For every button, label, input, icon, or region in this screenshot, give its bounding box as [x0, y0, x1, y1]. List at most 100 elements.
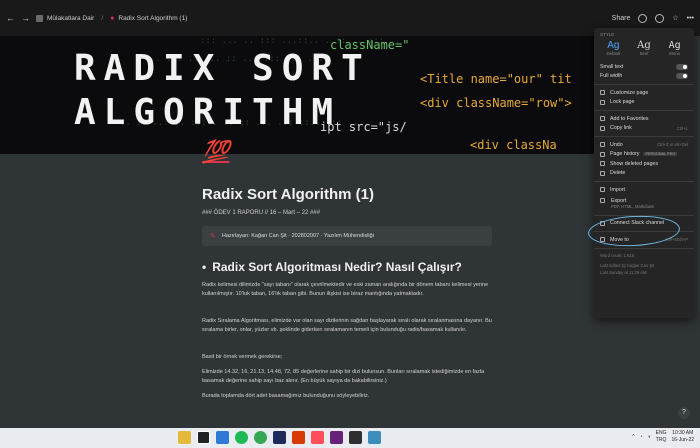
menu-item-lock-page[interactable]: Lock page [594, 98, 694, 108]
paragraph: Burada toplamda dört adet basamağımız bu… [202, 393, 370, 399]
wifi-icon[interactable]: ◔ [640, 434, 643, 440]
undo-icon [600, 142, 605, 148]
comments-icon[interactable] [638, 13, 648, 23]
chrome-icon[interactable] [254, 431, 267, 444]
font-style-picker: Ag Default Ag Serif Ag Mono [594, 40, 694, 56]
cover-code-line: <Title name="our" tit [420, 72, 572, 86]
visual-studio-icon[interactable] [330, 431, 343, 444]
top-actions: Share ☆ ••• [612, 13, 694, 23]
page-title[interactable]: Radix Sort Algorithm (1) [202, 186, 492, 203]
menu-divider [594, 181, 694, 182]
menu-item-label: Import [610, 186, 626, 193]
paragraph: Basit bir örnek vermek gerekirse; [202, 354, 283, 360]
spotify-icon[interactable] [235, 431, 248, 444]
clock[interactable]: 10:30 AM 16-Jun-22 [671, 430, 694, 444]
photoshop-icon[interactable] [273, 431, 286, 444]
forward-arrow-icon[interactable]: → [21, 13, 30, 23]
page-content: Radix Sort Algorithm (1) ### ÖDEV 1 RAPO… [202, 186, 492, 407]
shortcut-hint: Ctrl+Z or Alt+Del [657, 142, 688, 148]
app-icon[interactable] [311, 431, 324, 444]
more-options-icon[interactable]: ••• [687, 15, 694, 22]
menu-item-label: Customize page [610, 89, 649, 96]
notion-icon[interactable] [197, 431, 210, 444]
customize-icon [600, 90, 605, 96]
paragraph: Elimizde 14.32, 16, 21.13, 14.48, 72, 85… [202, 369, 485, 384]
terminal-icon[interactable] [349, 431, 362, 444]
page-subtitle: ### ÖDEV 1 RAPORU // 16 – Mart – 22 ### [202, 210, 321, 216]
menu-item-label: Delete [610, 170, 626, 177]
menu-divider [594, 84, 694, 85]
star-icon [600, 116, 605, 122]
volume-icon[interactable]: ◖ [648, 434, 651, 440]
clock-date: 16-Jun-22 [671, 437, 694, 443]
menu-item-label: Show deleted pages [610, 160, 659, 167]
plan-badge: PERSONAL PRO [643, 152, 678, 157]
style-sample: Ag [637, 40, 651, 51]
lang-line2: TRQ [655, 437, 667, 443]
language-indicator[interactable]: ENG TRQ [656, 430, 667, 444]
small-text-toggle[interactable] [676, 63, 688, 70]
breadcrumb-current[interactable]: Radix Sort Algorithm (1) [118, 15, 187, 22]
import-icon [600, 187, 605, 193]
bullet-icon: • [202, 260, 207, 274]
style-option-serif[interactable]: Ag Serif [630, 40, 658, 56]
full-width-toggle[interactable] [676, 73, 688, 80]
paragraph: Radix kelimesi dilimizde "sayı tabanı" o… [202, 282, 489, 297]
help-icon[interactable]: ? [678, 407, 690, 419]
remote-desktop-icon[interactable] [368, 431, 381, 444]
page-emoji-icon[interactable]: 💯 [202, 140, 229, 165]
cover-title-line1: RADIX SORT [74, 48, 371, 89]
menu-item-page-history[interactable]: Page history PERSONAL PRO [594, 150, 694, 160]
mail-icon[interactable] [216, 431, 229, 444]
last-edited-time: Last Sunday at 11:29 AM [600, 269, 647, 275]
menu-item-add-to-favorites[interactable]: Add to Favorites [594, 114, 694, 124]
style-option-mono[interactable]: Ag Mono [661, 40, 689, 56]
page-icon [36, 14, 43, 22]
cover-title-line2: ALGORITHM [74, 92, 342, 133]
word-count: Word count: 1,815 [600, 252, 635, 258]
section-heading-text: Radix Sort Algoritması Nedir? Nasıl Çalı… [212, 260, 462, 274]
menu-divider [594, 136, 694, 137]
lock-icon [600, 99, 605, 105]
taskbar-apps [178, 431, 381, 444]
style-label: Default [606, 51, 621, 56]
chevron-up-icon[interactable]: ^ [632, 434, 634, 440]
office-icon[interactable] [292, 431, 305, 444]
export-icon [600, 197, 605, 203]
cover-code-line: <div className="row"> [420, 96, 572, 110]
link-icon [600, 125, 605, 131]
cover-code-line: <div classNa [470, 138, 557, 152]
breadcrumb: Mülakatlara Dair / ● Radix Sort Algorith… [36, 14, 187, 22]
style-label: Mono [669, 51, 681, 56]
system-tray: ^ ◔ ◖ ENG TRQ 10:30 AM 16-Jun-22 [632, 430, 694, 444]
style-option-default[interactable]: Ag Default [599, 40, 627, 56]
menu-item-import[interactable]: Import [594, 185, 694, 195]
page-options-menu: STYLE Ag Default Ag Serif Ag Mono Small … [594, 28, 694, 318]
section-heading: • Radix Sort Algoritması Nedir? Nasıl Ça… [202, 260, 492, 274]
breadcrumb-parent[interactable]: Mülakatlara Dair [47, 15, 94, 22]
style-sample: Ag [607, 40, 620, 51]
menu-item-copy-link[interactable]: Copy link Ctrl+L [594, 124, 694, 134]
clock-time: 10:30 AM [672, 430, 694, 436]
export-description: PDF, HTML, Markdown [611, 203, 655, 209]
menu-item-label: Copy link [610, 125, 632, 132]
share-button[interactable]: Share [612, 15, 631, 22]
small-text-toggle-row[interactable]: Small text [594, 62, 694, 72]
menu-item-undo[interactable]: Undo Ctrl+Z or Alt+Del [594, 140, 694, 150]
favorite-star-icon[interactable]: ☆ [672, 14, 678, 22]
shortcut-hint: Ctrl+L [676, 125, 688, 131]
cover-image: ::: ... .. ::: ...::.. . :: .. ::: .. cl… [0, 36, 602, 154]
file-explorer-icon[interactable] [178, 431, 191, 444]
menu-item-export[interactable]: Export PDF, HTML, Markdown [594, 195, 694, 212]
history-icon[interactable] [655, 13, 665, 23]
hundred-emoji-icon: ● [110, 14, 115, 22]
clock-icon [600, 151, 605, 157]
menu-item-delete[interactable]: Delete [594, 169, 694, 179]
nav-arrows: ← → [6, 13, 30, 23]
os-taskbar: ^ ◔ ◖ ENG TRQ 10:30 AM 16-Jun-22 [0, 428, 700, 448]
full-width-toggle-row[interactable]: Full width [594, 72, 694, 82]
back-arrow-icon[interactable]: ← [6, 13, 15, 23]
last-edited-by: Last edited by Kağan Can Şit [600, 262, 655, 268]
menu-item-customize-page[interactable]: Customize page [594, 88, 694, 98]
menu-item-show-deleted-pages[interactable]: Show deleted pages [594, 159, 694, 169]
